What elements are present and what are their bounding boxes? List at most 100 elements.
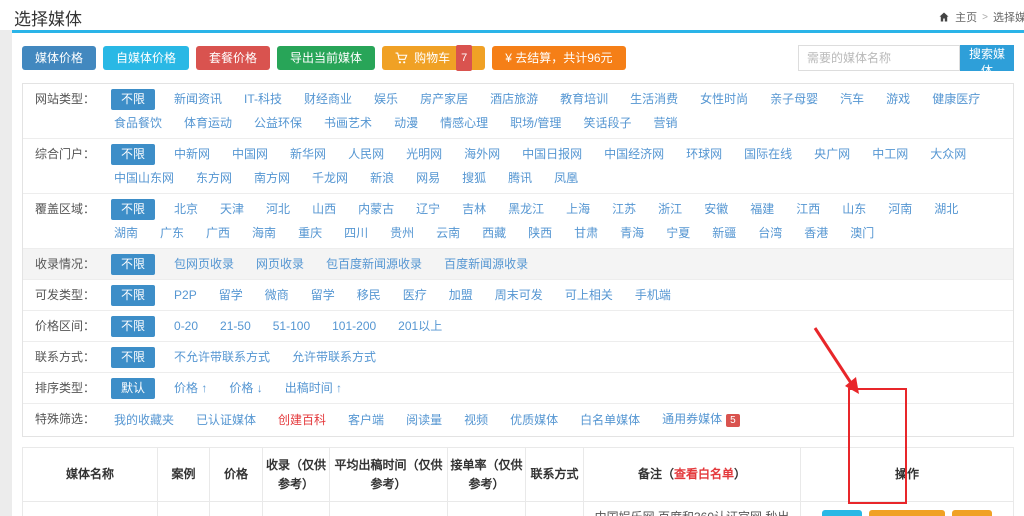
filter-option[interactable]: 我的收藏夹	[114, 410, 174, 430]
filter-option[interactable]: 笑话段子	[583, 113, 631, 133]
filter-option[interactable]: 医疗	[403, 285, 427, 305]
filter-option[interactable]: 职场/管理	[510, 113, 561, 133]
filter-option[interactable]: 包网页收录	[174, 254, 234, 274]
search-input[interactable]	[798, 45, 960, 71]
filter-selected-chip[interactable]: 不限	[111, 89, 155, 110]
filter-option[interactable]: 101-200	[332, 316, 376, 336]
filter-option[interactable]: 福建	[750, 199, 774, 219]
filter-option[interactable]: 内蒙古	[358, 199, 394, 219]
filter-option[interactable]: 51-100	[273, 316, 310, 336]
filter-option[interactable]: 教育培训	[560, 89, 608, 109]
filter-option[interactable]: 辽宁	[416, 199, 440, 219]
filter-option[interactable]: 手机端	[635, 285, 671, 305]
filter-option[interactable]: IT-科技	[244, 89, 282, 109]
filter-option[interactable]: 新疆	[712, 223, 736, 243]
filter-option[interactable]: 光明网	[406, 144, 442, 164]
filter-selected-chip[interactable]: 不限	[111, 347, 155, 368]
export-current-media-button[interactable]: 导出当前媒体	[277, 46, 375, 70]
filter-option[interactable]: 青海	[620, 223, 644, 243]
filter-selected-chip[interactable]: 不限	[111, 199, 155, 220]
filter-option[interactable]: 女性时尚	[700, 89, 748, 109]
filter-option[interactable]: 游戏	[886, 89, 910, 109]
filter-option[interactable]: 创建百科	[278, 410, 326, 430]
filter-option[interactable]: 加盟	[449, 285, 473, 305]
filter-selected-chip[interactable]: 不限	[111, 254, 155, 275]
filter-selected-chip[interactable]: 不限	[111, 285, 155, 306]
filter-option[interactable]: 上海	[566, 199, 590, 219]
filter-option[interactable]: 湖北	[934, 199, 958, 219]
filter-option[interactable]: 情感心理	[440, 113, 488, 133]
filter-option[interactable]: 可上相关	[565, 285, 613, 305]
filter-option[interactable]: 中国山东网	[114, 168, 174, 188]
filter-option[interactable]: 价格 ↓	[229, 378, 262, 398]
self-media-price-button[interactable]: 自媒体价格	[103, 46, 189, 70]
filter-option[interactable]: 酒店旅游	[490, 89, 538, 109]
filter-option[interactable]: 允许带联系方式	[292, 347, 376, 367]
filter-option[interactable]: 东方网	[196, 168, 232, 188]
filter-option[interactable]: 千龙网	[312, 168, 348, 188]
filter-option[interactable]: P2P	[174, 285, 197, 305]
filter-option[interactable]: 留学	[219, 285, 243, 305]
filter-option[interactable]: 国际在线	[744, 144, 792, 164]
filter-option[interactable]: 人民网	[348, 144, 384, 164]
filter-option[interactable]: 中新网	[174, 144, 210, 164]
filter-option[interactable]: 江苏	[612, 199, 636, 219]
filter-option[interactable]: 腾讯	[508, 168, 532, 188]
filter-option[interactable]: 海南	[252, 223, 276, 243]
filter-option[interactable]: 台湾	[758, 223, 782, 243]
filter-option[interactable]: 汽车	[840, 89, 864, 109]
filter-option[interactable]: 吉林	[462, 199, 486, 219]
filter-option[interactable]: 移民	[357, 285, 381, 305]
filter-option[interactable]: 网易	[416, 168, 440, 188]
filter-option[interactable]: 中国网	[232, 144, 268, 164]
filter-option[interactable]: 21-50	[220, 316, 251, 336]
filter-option[interactable]: 黑龙江	[508, 199, 544, 219]
filter-option[interactable]: 阅读量	[406, 410, 442, 430]
filter-option[interactable]: 宁夏	[666, 223, 690, 243]
filter-option[interactable]: 广西	[206, 223, 230, 243]
filter-option[interactable]: 0-20	[174, 316, 198, 336]
filter-option[interactable]: 视频	[464, 410, 488, 430]
filter-option[interactable]: 健康医疗	[932, 89, 980, 109]
search-media-button[interactable]: 搜索媒体	[960, 45, 1014, 71]
filter-option[interactable]: 百度新闻源收录	[444, 254, 528, 274]
filter-selected-chip[interactable]: 默认	[111, 378, 155, 399]
filter-option[interactable]: 重庆	[298, 223, 322, 243]
filter-option[interactable]: 湖南	[114, 223, 138, 243]
filter-option[interactable]: 已认证媒体	[196, 410, 256, 430]
filter-option[interactable]: 海外网	[464, 144, 500, 164]
filter-option[interactable]: 201以上	[398, 316, 442, 336]
filter-option[interactable]: 浙江	[658, 199, 682, 219]
filter-option[interactable]: 香港	[804, 223, 828, 243]
filter-option[interactable]: 广东	[160, 223, 184, 243]
filter-option[interactable]: 客户端	[348, 410, 384, 430]
filter-option[interactable]: 江西	[796, 199, 820, 219]
filter-option[interactable]: 云南	[436, 223, 460, 243]
filter-option[interactable]: 山东	[842, 199, 866, 219]
filter-option[interactable]: 财经商业	[304, 89, 352, 109]
filter-option[interactable]: 通用券媒体5	[662, 409, 740, 431]
view-whitelist-link[interactable]: 查看白名单	[674, 467, 734, 481]
filter-option[interactable]: 书画艺术	[324, 113, 372, 133]
filter-option[interactable]: 包百度新闻源收录	[326, 254, 422, 274]
media-price-button[interactable]: 媒体价格	[22, 46, 96, 70]
filter-selected-chip[interactable]: 不限	[111, 316, 155, 337]
filter-option[interactable]: 南方网	[254, 168, 290, 188]
filter-option[interactable]: 澳门	[850, 223, 874, 243]
filter-option[interactable]: 公益环保	[254, 113, 302, 133]
filter-option[interactable]: 房产家居	[420, 89, 468, 109]
add-to-cart-button[interactable]: 加入购物车	[869, 510, 945, 516]
checkout-button[interactable]: ¥ 去结算，共计96元	[492, 46, 625, 70]
filter-option[interactable]: 安徽	[704, 199, 728, 219]
filter-option[interactable]: 西藏	[482, 223, 506, 243]
filter-option[interactable]: 周末可发	[495, 285, 543, 305]
filter-option[interactable]: 北京	[174, 199, 198, 219]
filter-option[interactable]: 优质媒体	[510, 410, 558, 430]
filter-option[interactable]: 新闻资讯	[174, 89, 222, 109]
filter-option[interactable]: 网页收录	[256, 254, 304, 274]
filter-option[interactable]: 大众网	[930, 144, 966, 164]
cart-button[interactable]: 购物车 7	[382, 46, 485, 70]
filter-option[interactable]: 凤凰	[554, 168, 578, 188]
filter-option[interactable]: 甘肃	[574, 223, 598, 243]
filter-option[interactable]: 动漫	[394, 113, 418, 133]
